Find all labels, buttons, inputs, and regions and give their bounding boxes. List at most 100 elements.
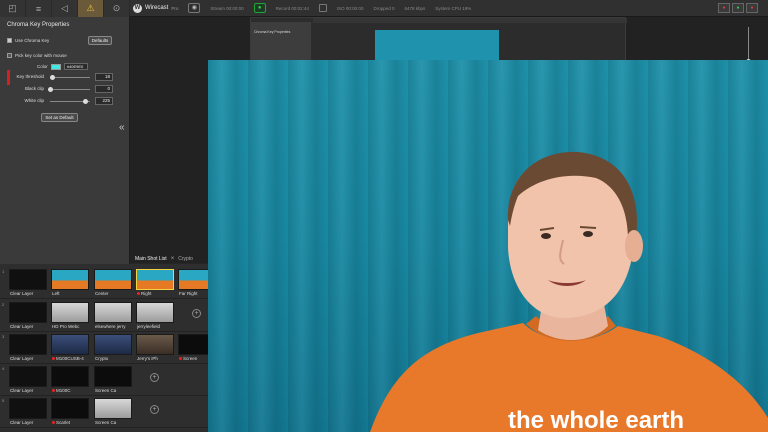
key-threshold-value[interactable]: 18 xyxy=(95,73,113,81)
slider-knob[interactable] xyxy=(49,75,55,80)
add-shot-button[interactable]: + xyxy=(150,405,159,414)
defaults-button[interactable]: Defaults xyxy=(88,36,112,45)
shot-tile[interactable]: M100C xyxy=(51,366,89,394)
white-clip-value[interactable]: 225 xyxy=(95,97,113,105)
shot-tile[interactable]: Right xyxy=(136,269,174,297)
shot-label: Clear Layer xyxy=(10,420,48,425)
add-shot-button[interactable]: + xyxy=(192,309,201,318)
shot-label-text: Clear Layer xyxy=(10,324,34,329)
shot-thumbnail[interactable] xyxy=(51,398,89,419)
shot-thumbnail[interactable] xyxy=(94,334,132,355)
shot-tile[interactable]: Crypto xyxy=(94,334,132,362)
shot-tile[interactable]: Clear Layer xyxy=(9,398,47,426)
layer-row: 1 Clear Layer Left Center Right Far Right xyxy=(0,266,216,299)
shot-label: Clear Layer xyxy=(10,388,48,393)
status-bar: W Wirecast Pro ◉ Stream 00:00:00 ● Recor… xyxy=(130,0,768,17)
pick-color-row[interactable]: Pick key color with mouse xyxy=(7,53,67,58)
shot-tile[interactable]: Left xyxy=(51,269,89,297)
shot-tile[interactable]: elsewhere jerry xyxy=(94,302,132,330)
white-clip-slider[interactable] xyxy=(50,99,90,104)
go-button[interactable]: ● xyxy=(746,3,758,13)
audio-tab-icon[interactable]: ◁ xyxy=(52,0,78,17)
shot-tile[interactable]: Clear Layer xyxy=(9,302,47,330)
live-dot-icon xyxy=(137,292,140,295)
cut-button[interactable]: ● xyxy=(718,3,730,13)
panel-title: Chroma Key Properties xyxy=(7,22,70,28)
shot-thumbnail[interactable] xyxy=(51,302,89,323)
smooth-button[interactable]: ● xyxy=(732,3,744,13)
shot-thumbnail[interactable] xyxy=(9,398,47,419)
shot-thumbnail[interactable] xyxy=(51,366,89,387)
stream-time: Stream 00:00:00 xyxy=(210,5,244,11)
shot-thumbnail[interactable] xyxy=(94,302,132,323)
iso-record-icon[interactable] xyxy=(318,4,327,12)
live-dot-icon xyxy=(52,357,55,360)
shot-thumbnail[interactable] xyxy=(9,302,47,323)
tab-crypto[interactable]: Crypto xyxy=(178,256,193,262)
collapse-panel-icon[interactable]: « xyxy=(119,122,125,133)
slider-knob[interactable] xyxy=(82,99,88,104)
shot-thumbnail[interactable] xyxy=(9,366,47,387)
nested-video xyxy=(375,30,499,62)
shot-label-text: Screen Ca xyxy=(95,388,117,393)
shot-thumbnail[interactable] xyxy=(94,269,132,290)
color-hex-field[interactable]: #40E9E0 xyxy=(63,63,88,70)
record-button[interactable]: ● xyxy=(253,3,266,13)
shirt-text: the whole earth xyxy=(508,407,684,432)
use-chroma-key-checkbox[interactable] xyxy=(7,38,12,43)
shot-tile[interactable]: M100CUSB-4 xyxy=(51,334,89,362)
use-chroma-key-row[interactable]: Use Chroma Key xyxy=(7,38,49,43)
shot-label: Left xyxy=(52,291,90,296)
shot-tile[interactable]: Screen Ca xyxy=(94,366,132,394)
pick-color-checkbox[interactable] xyxy=(7,53,12,58)
nested-panel-title: Chroma Key Properties xyxy=(254,30,291,34)
shot-tile[interactable]: HD Pro Webc xyxy=(51,302,89,330)
shot-tile[interactable]: Clear Layer xyxy=(9,269,47,297)
shot-tile[interactable]: Jerry's iPh xyxy=(136,334,174,362)
shot-thumbnail[interactable] xyxy=(136,269,174,290)
shot-thumbnail[interactable] xyxy=(9,269,47,290)
shot-thumbnail[interactable] xyxy=(51,334,89,355)
shot-thumbnail[interactable] xyxy=(136,302,174,323)
shot-thumbnail[interactable] xyxy=(94,366,132,387)
add-shot-button[interactable]: + xyxy=(150,373,159,382)
shot-label: Scarlet xyxy=(52,420,90,425)
more-tab-icon[interactable]: ⊙ xyxy=(104,0,130,17)
tab-main-shot-list[interactable]: Main Shot List xyxy=(135,256,167,262)
key-threshold-slider[interactable] xyxy=(49,75,90,80)
black-clip-value[interactable]: 0 xyxy=(95,85,113,93)
shot-tile[interactable]: Center xyxy=(94,269,132,297)
shot-label-text: elsewhere jerry xyxy=(95,324,126,329)
shot-tile[interactable]: Clear Layer xyxy=(9,334,47,362)
shot-tile[interactable]: Screen Ca xyxy=(94,398,132,426)
shot-thumbnail[interactable] xyxy=(136,334,174,355)
shot-label-text: Clear Layer xyxy=(10,420,34,425)
shot-thumbnail[interactable] xyxy=(9,334,47,355)
set-as-default-button[interactable]: Set as Default xyxy=(41,113,78,122)
shot-thumbnail[interactable] xyxy=(51,269,89,290)
shot-label-text: Clear Layer xyxy=(10,356,34,361)
nested-status-bar xyxy=(313,18,627,23)
transport-buttons: ● ● ● xyxy=(718,3,758,13)
shot-tile[interactable]: jerryleefield xyxy=(136,302,174,330)
wirecast-window: ◰ ≡ ◁ ⚠ ⊙ Chroma Key Properties Use Chro… xyxy=(0,0,768,432)
black-clip-slider[interactable] xyxy=(47,87,90,92)
shot-tile[interactable]: Clear Layer xyxy=(9,366,47,394)
live-dot-icon xyxy=(52,421,55,424)
adjust-tab-icon[interactable]: ≡ xyxy=(26,0,52,17)
shot-label: Clear Layer xyxy=(10,291,48,296)
layer-tab-icon[interactable]: ◰ xyxy=(0,0,26,17)
slider-knob[interactable] xyxy=(47,87,53,92)
shot-tile[interactable]: Scarlet xyxy=(51,398,89,426)
broadcast-icon[interactable]: ◉ xyxy=(188,3,201,13)
close-tab-icon[interactable]: × xyxy=(171,256,175,262)
shot-thumbnail[interactable] xyxy=(94,398,132,419)
dropped-frames: Dropped 0 xyxy=(373,5,395,11)
layer-number: 1 xyxy=(2,269,5,274)
chroma-key-tab-icon[interactable]: ⚠ xyxy=(78,0,104,17)
key-threshold-label: Key threshold xyxy=(16,74,44,79)
wirecast-logo-icon: W xyxy=(133,3,142,13)
color-swatch[interactable] xyxy=(50,63,61,70)
shot-label-text: HD Pro Webc xyxy=(52,324,80,329)
shot-label-text: Far Right xyxy=(179,291,198,296)
